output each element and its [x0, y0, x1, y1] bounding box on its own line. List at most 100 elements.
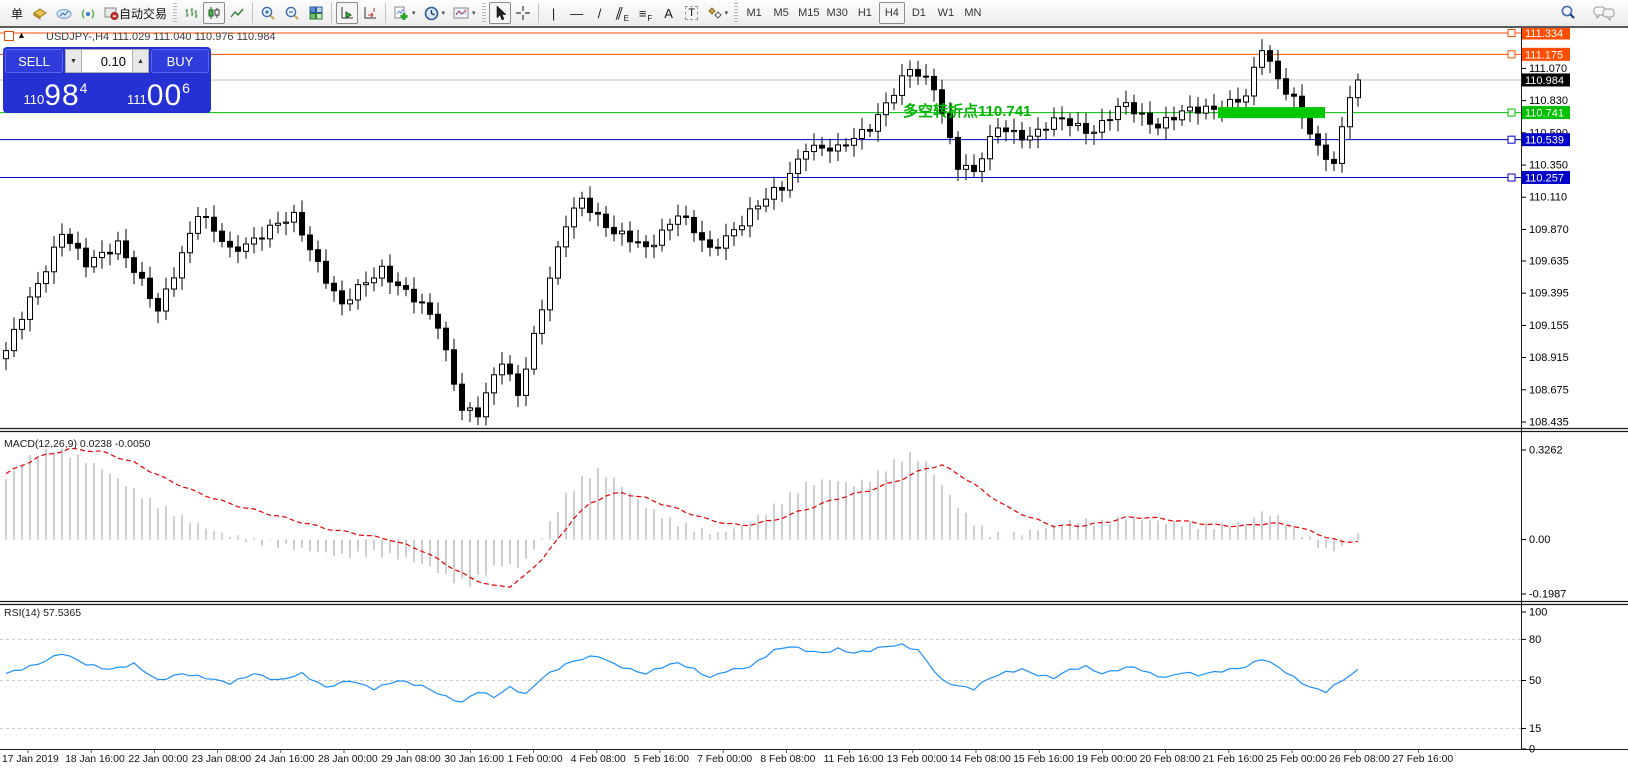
volume-decrease-button[interactable]: ▼ — [65, 49, 82, 73]
rsi-axis-label: 15 — [1529, 723, 1541, 735]
price-badge[interactable]: 110.539 — [1522, 133, 1570, 147]
candle-body — [220, 231, 225, 241]
text-tool-icon: A — [664, 6, 673, 21]
timeframe-m15[interactable]: M15 — [795, 2, 822, 24]
chart-canvas[interactable]: 111.310111.070110.830110.590110.350110.1… — [0, 0, 1628, 773]
search-icon — [1559, 4, 1577, 22]
candle-body — [924, 76, 929, 77]
line-anchor-marker[interactable] — [1508, 174, 1515, 181]
search-button[interactable] — [1556, 2, 1580, 24]
zoom-in-button[interactable] — [257, 2, 280, 24]
templates-button[interactable]: ▾ — [449, 2, 479, 24]
candle-body — [1164, 118, 1169, 128]
time-axis[interactable]: 17 Jan 201918 Jan 16:0022 Jan 00:0023 Ja… — [2, 749, 1453, 765]
panel-collapse-toggle[interactable]: ▲ — [17, 30, 26, 40]
zoom-out-icon — [284, 5, 301, 22]
line-chart-button[interactable] — [226, 2, 248, 24]
line-anchor-marker[interactable] — [1508, 109, 1515, 116]
fibonacci-tool-button[interactable]: ≡ F — [635, 2, 657, 24]
chart-annotation-text[interactable]: 多空转折点110.741 — [903, 100, 1031, 121]
sell-price-display[interactable]: 110 98 4 — [5, 75, 106, 111]
market-overview-button[interactable] — [52, 2, 76, 24]
volume-increase-button[interactable]: ▲ — [132, 49, 149, 73]
chat-button[interactable] — [1590, 2, 1618, 24]
candle-body — [300, 212, 305, 235]
timeframe-m1[interactable]: M1 — [741, 2, 767, 24]
price-lines[interactable] — [0, 30, 1521, 182]
cursor-tool-button[interactable] — [489, 2, 511, 24]
candle-body — [452, 350, 457, 384]
horizontal-line-icon: — — [570, 6, 583, 21]
price-axis[interactable]: 111.310111.070110.830110.590110.350110.1… — [1521, 31, 1569, 429]
time-tick-label: 15 Feb 16:00 — [1013, 754, 1074, 765]
candle-body — [884, 103, 889, 115]
timeframe-mn[interactable]: MN — [960, 2, 986, 24]
rsi-axis-label: 50 — [1529, 675, 1541, 687]
timeframe-w1[interactable]: W1 — [933, 2, 959, 24]
green-highlight-box[interactable] — [1218, 107, 1325, 118]
candle-body — [1276, 61, 1281, 78]
arrows-icon — [707, 5, 723, 21]
tile-windows-button[interactable] — [305, 2, 327, 24]
candle-body — [412, 289, 417, 302]
new-chart-button[interactable]: ▾ — [390, 2, 419, 24]
toolbar-grip — [734, 3, 738, 23]
new-order-button[interactable]: 单 — [6, 2, 28, 24]
line-anchor-marker[interactable] — [1508, 51, 1515, 58]
chart-shift-icon — [362, 5, 378, 21]
candle-body — [388, 266, 393, 282]
vertical-line-tool-button[interactable]: | — [543, 2, 565, 24]
candle-body — [348, 300, 353, 304]
equidistant-channel-tool-button[interactable]: ∥ E — [612, 2, 634, 24]
rsi-axis-label: 100 — [1529, 607, 1547, 619]
timeframe-h4[interactable]: H4 — [879, 2, 905, 24]
horizontal-line-tool-button[interactable]: — — [566, 2, 588, 24]
signals-button[interactable] — [77, 2, 99, 24]
candle-body — [76, 243, 81, 248]
sell-price-small: 110 — [24, 93, 45, 106]
candle-body — [420, 302, 425, 303]
candle-body — [1060, 118, 1065, 119]
candlestick-chart-button[interactable] — [203, 2, 225, 24]
candle-body — [724, 236, 729, 248]
buy-price-display[interactable]: 111 00 6 — [108, 75, 209, 111]
text-tool-button[interactable]: A — [658, 2, 680, 24]
trendline-tool-button[interactable]: / — [589, 2, 611, 24]
price-badge[interactable]: 111.175 — [1522, 48, 1570, 62]
price-badge[interactable]: 110.984 — [1522, 73, 1570, 87]
buy-button[interactable]: BUY — [151, 49, 209, 73]
timeframe-m5[interactable]: M5 — [768, 2, 794, 24]
candle-body — [1212, 106, 1217, 109]
arrows-tool-button[interactable]: ▾ — [704, 2, 732, 24]
cloud-icon — [55, 5, 73, 21]
price-badge[interactable]: 110.257 — [1522, 171, 1570, 185]
price-badge[interactable]: 111.334 — [1522, 27, 1570, 41]
zoom-out-button[interactable] — [281, 2, 304, 24]
line-anchor-marker[interactable] — [1508, 30, 1515, 37]
periods-button[interactable]: ▾ — [420, 2, 449, 24]
timeframe-m30[interactable]: M30 — [823, 2, 850, 24]
rsi-indicator-label: RSI(14) 57.5365 — [4, 607, 81, 619]
chart-shift-button[interactable] — [359, 2, 381, 24]
candle-body — [500, 364, 505, 375]
timeframe-d1[interactable]: D1 — [906, 2, 932, 24]
market-watch-button[interactable] — [29, 2, 51, 24]
line-anchor-marker[interactable] — [1508, 136, 1515, 143]
bar-chart-button[interactable] — [180, 2, 202, 24]
text-label-tool-button[interactable]: T — [681, 2, 703, 24]
price-badge[interactable]: 110.741 — [1522, 106, 1570, 120]
autotrading-button[interactable]: 自动交易 — [100, 2, 170, 24]
timeframe-h1[interactable]: H1 — [852, 2, 878, 24]
price-badge-value: 110.257 — [1525, 173, 1564, 185]
candle-body — [148, 278, 153, 298]
candle-body — [372, 278, 377, 283]
auto-scroll-button[interactable] — [336, 2, 358, 24]
price-tick-label: 110.350 — [1529, 160, 1568, 172]
candle-body — [868, 130, 873, 132]
sell-button[interactable]: SELL — [5, 49, 63, 73]
crosshair-tool-button[interactable] — [512, 2, 534, 24]
candle-body — [436, 314, 441, 328]
volume-input[interactable]: 0.10 — [82, 49, 132, 73]
candle-body — [332, 283, 337, 291]
candle-body — [804, 152, 809, 160]
